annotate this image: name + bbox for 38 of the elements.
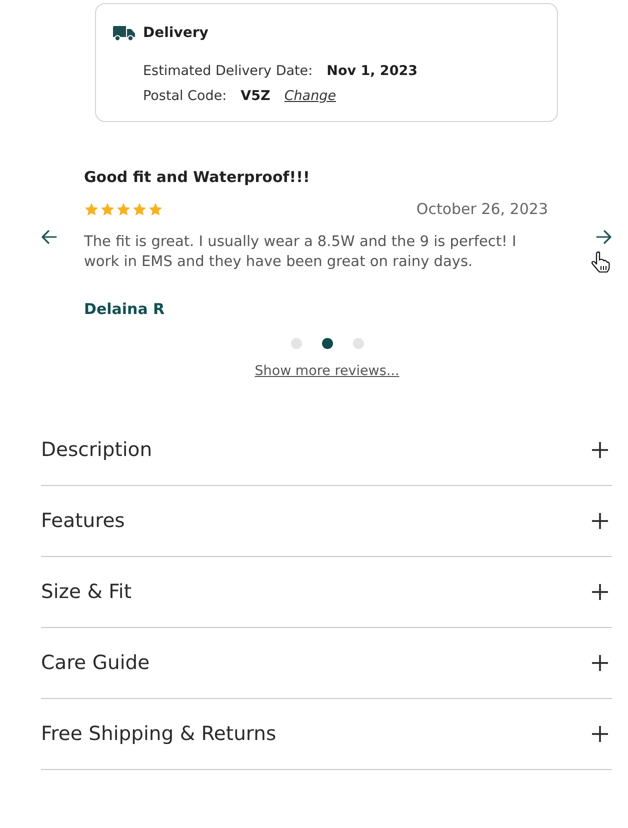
plus-icon [592, 726, 608, 742]
star-icon [148, 202, 163, 216]
change-link[interactable]: Change [284, 88, 336, 104]
plus-icon [592, 584, 608, 600]
accordion-label: Features [41, 509, 125, 532]
show-more-reviews-link[interactable]: Show more reviews... [254, 362, 400, 380]
hand-cursor-icon [591, 251, 610, 273]
accordion-label: Free Shipping & Returns [41, 722, 276, 745]
detail-value: Nov 1, 2023 [326, 62, 418, 78]
review-text: The fit is great. I usually wear a 8.5W and the 9 is perfect! I work in EMS and they have been great on rainy days. [84, 233, 518, 272]
carousel-dot[interactable] [352, 338, 364, 349]
next-arrow-button[interactable] [596, 229, 612, 245]
accordion-header[interactable]: Size & Fit [41, 557, 612, 628]
delivery-title: Delivery [143, 25, 208, 41]
accordion-label: Size & Fit [41, 580, 132, 603]
carousel-dot[interactable] [322, 338, 332, 349]
accordion-header[interactable]: Free Shipping & Returns [41, 699, 612, 770]
detail-label: Postal Code: [143, 88, 227, 104]
plus-icon [592, 654, 608, 670]
accordion-header[interactable]: Description [41, 415, 612, 486]
review-date: October 26, 2023 [416, 200, 548, 218]
star-icon [132, 202, 147, 216]
carousel-dot[interactable] [290, 338, 302, 349]
plus-icon [592, 442, 608, 458]
truck-icon [113, 26, 135, 40]
detail-label: Estimated Delivery Date: [143, 62, 313, 78]
accordion-header[interactable]: Care Guide [41, 628, 612, 699]
accordion-label: Care Guide [41, 651, 150, 674]
accordion-header[interactable]: Features [41, 486, 612, 557]
star-icon [116, 202, 131, 216]
accordion-label: Description [41, 438, 152, 461]
star-icon [84, 202, 99, 216]
plus-icon [592, 512, 608, 528]
star-icon [100, 202, 115, 216]
previous-arrow-button[interactable] [41, 229, 57, 245]
detail-value: V5Z [240, 88, 270, 104]
review-title: Good fit and Waterproof!!! [84, 167, 311, 188]
review-author: Delaina R [84, 299, 166, 320]
